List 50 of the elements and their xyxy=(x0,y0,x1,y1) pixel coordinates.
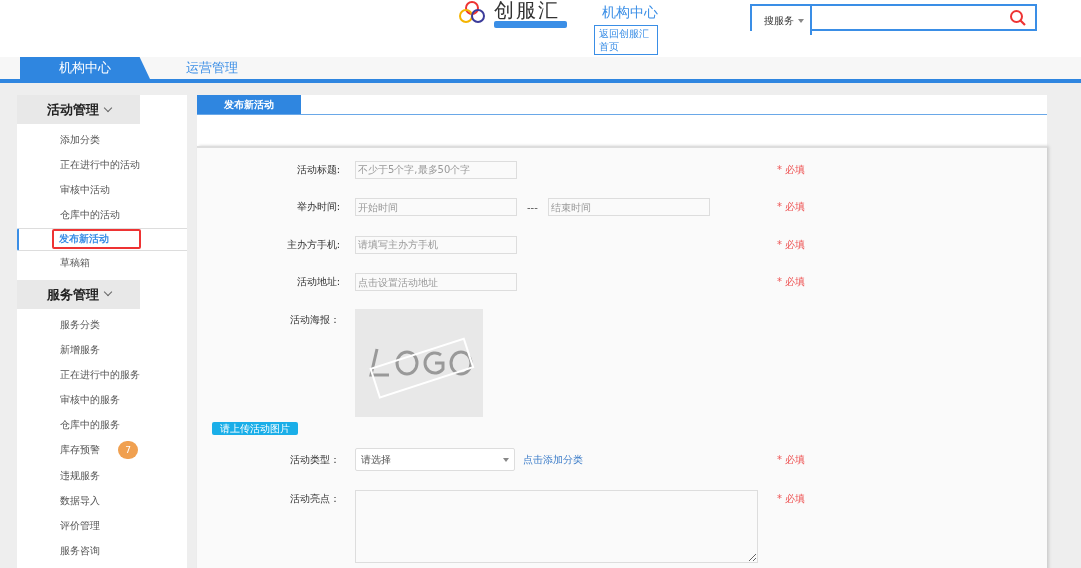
field-label: 活动类型： xyxy=(289,452,341,467)
sidebar-item[interactable]: 审核中活动 xyxy=(60,180,110,199)
nav-tab[interactable]: 机构中心 xyxy=(20,57,150,79)
range-separator: --- xyxy=(527,201,538,213)
home-link[interactable]: 返回创服汇首页 xyxy=(594,25,658,55)
required-note: * 必填 xyxy=(777,275,806,290)
field-label: 活动海报： xyxy=(289,313,341,327)
sidebar-item[interactable]: 发布新活动 xyxy=(52,229,141,250)
sidebar-item[interactable]: 服务分类 xyxy=(60,315,100,334)
end-date-field[interactable]: 结束时间 xyxy=(547,198,710,217)
field-label: 主办方手机: xyxy=(285,237,341,252)
caret-icon xyxy=(798,18,804,23)
input-field[interactable]: 点击设置活动地址 xyxy=(355,273,517,292)
sidebar-group-header[interactable]: 活动管理 xyxy=(17,95,140,124)
search-icon[interactable] xyxy=(1009,8,1027,27)
required-note: * 必填 xyxy=(777,237,806,252)
required-note: * 必填 xyxy=(777,452,806,467)
sidebar-item[interactable]: 仓库中的服务 xyxy=(60,416,120,435)
sidebar-item[interactable]: 数据导入 xyxy=(60,491,100,510)
field-label: 活动地址: xyxy=(295,275,341,290)
caret-icon xyxy=(503,457,509,462)
sidebar-item[interactable]: 正在进行中的活动 xyxy=(60,155,140,174)
brand-name: 创服汇 xyxy=(494,0,561,20)
page-title: 机构中心 xyxy=(602,3,658,22)
sidebar-item[interactable]: 库存预警 xyxy=(60,441,100,460)
field-label: 举办时间: xyxy=(295,200,341,215)
required-note: * 必填 xyxy=(777,162,806,177)
sidebar-group-header[interactable]: 服务管理 xyxy=(17,279,140,309)
sidebar-item[interactable]: 草稿箱 xyxy=(60,254,90,273)
sidebar-item[interactable]: 新增服务 xyxy=(60,340,100,359)
type-dropdown[interactable]: 请选择 xyxy=(355,448,515,472)
panel-tab[interactable]: 发布新活动 xyxy=(197,95,301,114)
required-note: * 必填 xyxy=(777,491,806,506)
field-label: 活动标题: xyxy=(295,162,341,177)
field-label: 活动亮点： xyxy=(289,491,341,506)
search-scope-dropdown[interactable]: 搜服务 xyxy=(752,6,812,35)
sidebar-item[interactable]: 评价管理 xyxy=(60,517,100,536)
sidebar-item[interactable]: 违规服务 xyxy=(60,466,100,485)
sidebar-item[interactable]: 仓库中的活动 xyxy=(60,206,120,225)
required-note: * 必填 xyxy=(777,200,806,215)
add-category-link[interactable]: 点击添加分类 xyxy=(523,452,583,467)
image-placeholder[interactable] xyxy=(355,309,483,417)
sidebar-item[interactable]: 服务咨询 xyxy=(60,542,100,561)
sidebar-item[interactable]: 正在进行中的服务 xyxy=(60,365,140,384)
sidebar-item[interactable]: 添加分类 xyxy=(60,130,100,149)
input-field[interactable]: 不少于5个字,最多50个字 xyxy=(355,160,517,179)
start-date-field[interactable]: 开始时间 xyxy=(355,198,517,217)
sidebar-item[interactable]: 审核中的服务 xyxy=(60,391,120,410)
count-badge: 7 xyxy=(118,441,138,460)
input-field[interactable]: 请填写主办方手机 xyxy=(355,235,517,254)
